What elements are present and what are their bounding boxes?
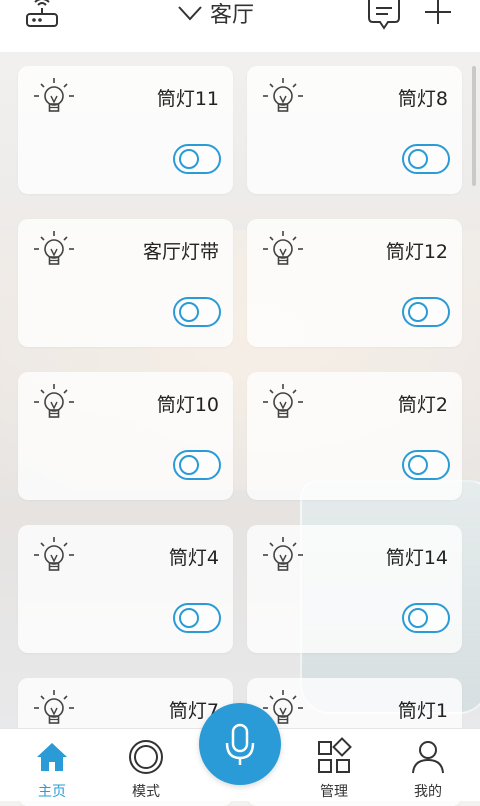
- grid-manage-icon: [318, 737, 352, 773]
- device-card[interactable]: 筒灯11: [18, 66, 233, 194]
- device-card[interactable]: 筒灯14: [247, 525, 462, 653]
- person-icon: [412, 741, 444, 774]
- device-toggle[interactable]: [173, 297, 221, 327]
- device-name: 筒灯1: [397, 700, 448, 722]
- room-selector[interactable]: 客厅: [176, 0, 255, 28]
- bulb-icon: [32, 384, 76, 428]
- nav-mode[interactable]: 模式: [106, 729, 186, 801]
- message-icon[interactable]: [366, 0, 402, 30]
- device-name: 筒灯4: [168, 547, 219, 569]
- chevron-down-icon: [178, 6, 202, 21]
- device-toggle[interactable]: [402, 297, 450, 327]
- bulb-icon: [261, 78, 305, 122]
- nav-mine[interactable]: 我的: [388, 729, 468, 801]
- bulb-icon: [32, 537, 76, 581]
- top-bar: 客厅: [0, 0, 480, 52]
- bulb-icon: [261, 231, 305, 275]
- device-name: 筒灯10: [156, 394, 219, 416]
- device-card[interactable]: 筒灯10: [18, 372, 233, 500]
- toggle-knob: [408, 149, 428, 169]
- bulb-icon: [261, 537, 305, 581]
- home-icon: [37, 743, 67, 771]
- device-name: 筒灯14: [385, 547, 448, 569]
- device-name: 筒灯8: [397, 88, 448, 110]
- device-toggle[interactable]: [402, 144, 450, 174]
- mode-icon: [129, 740, 163, 774]
- device-toggle[interactable]: [173, 144, 221, 174]
- microphone-icon: [225, 723, 255, 765]
- nav-manage-label: 管理: [320, 784, 348, 800]
- toggle-knob: [408, 608, 428, 628]
- nav-manage[interactable]: 管理: [294, 729, 374, 801]
- bulb-icon: [32, 231, 76, 275]
- device-name: 筒灯2: [397, 394, 448, 416]
- device-card[interactable]: 筒灯8: [247, 66, 462, 194]
- device-card[interactable]: 客厅灯带: [18, 219, 233, 347]
- device-toggle[interactable]: [173, 450, 221, 480]
- toggle-knob: [179, 455, 199, 475]
- scrollbar[interactable]: [472, 66, 476, 186]
- nav-home-label: 主页: [38, 784, 66, 800]
- device-name: 筒灯11: [156, 88, 219, 110]
- device-name: 客厅灯带: [142, 241, 219, 263]
- device-toggle[interactable]: [173, 603, 221, 633]
- toggle-knob: [179, 302, 199, 322]
- bulb-icon: [261, 384, 305, 428]
- toggle-knob: [179, 608, 199, 628]
- nav-mode-label: 模式: [132, 784, 160, 800]
- device-toggle[interactable]: [402, 603, 450, 633]
- toggle-knob: [179, 149, 199, 169]
- room-name: 客厅: [210, 3, 255, 28]
- nav-mine-label: 我的: [414, 784, 442, 800]
- toggle-knob: [408, 455, 428, 475]
- device-toggle[interactable]: [402, 450, 450, 480]
- device-name: 筒灯12: [385, 241, 448, 263]
- voice-button[interactable]: [199, 703, 281, 785]
- device-card[interactable]: 筒灯12: [247, 219, 462, 347]
- router-icon[interactable]: [24, 0, 60, 30]
- bulb-icon: [32, 78, 76, 122]
- plus-icon[interactable]: [422, 0, 454, 30]
- nav-home[interactable]: 主页: [12, 729, 92, 801]
- device-card[interactable]: 筒灯4: [18, 525, 233, 653]
- device-card[interactable]: 筒灯2: [247, 372, 462, 500]
- toggle-knob: [408, 302, 428, 322]
